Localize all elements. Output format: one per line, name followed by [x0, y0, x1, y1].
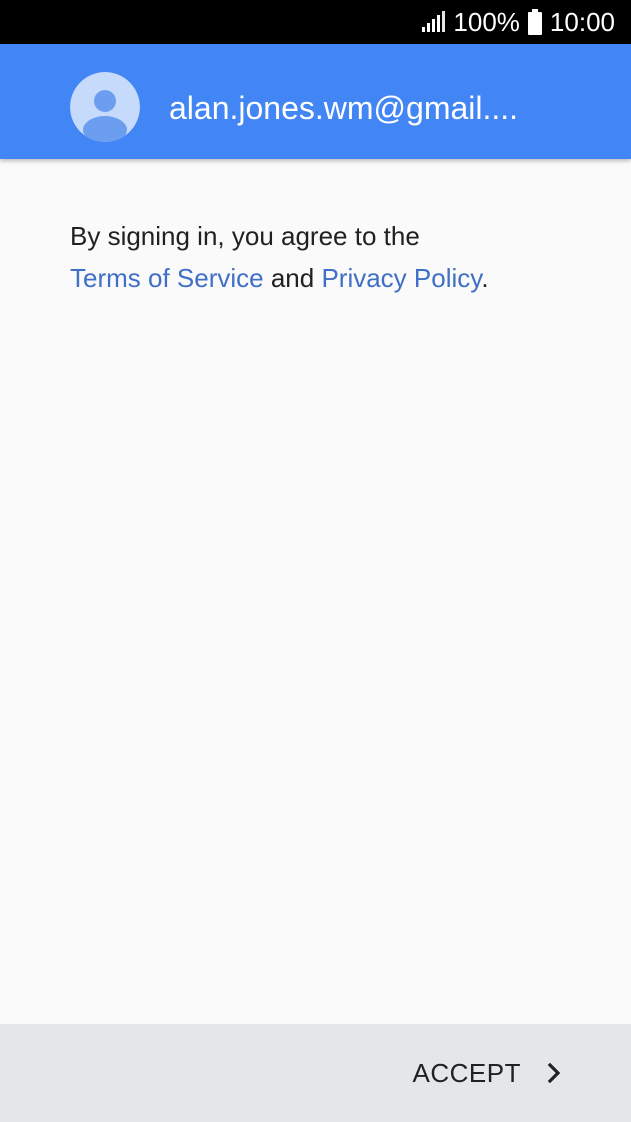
- accept-button[interactable]: ACCEPT: [413, 1024, 561, 1122]
- period-text: .: [481, 263, 489, 293]
- accept-label: ACCEPT: [412, 1057, 521, 1088]
- terms-links-line: Terms of Service and Privacy Policy.: [70, 257, 570, 299]
- privacy-policy-link[interactable]: Privacy Policy: [321, 263, 481, 293]
- avatar-icon: [70, 72, 140, 142]
- battery-percentage: 100%: [453, 6, 520, 37]
- status-bar-right: 100% 10:00: [421, 0, 615, 44]
- avatar: [70, 72, 140, 142]
- chevron-right-icon: [547, 1062, 561, 1084]
- footer-bar: ACCEPT: [0, 1024, 631, 1122]
- terms-notice: By signing in, you agree to the Terms of…: [70, 215, 570, 299]
- terms-of-service-link[interactable]: Terms of Service: [70, 263, 264, 293]
- battery-icon: [527, 9, 542, 35]
- status-time: 10:00: [549, 6, 615, 37]
- account-header: alan.jones.wm@gmail....: [0, 44, 631, 159]
- status-bar: 100% 10:00: [0, 0, 631, 44]
- terms-intro-text: By signing in, you agree to the: [70, 221, 420, 251]
- signal-icon: [421, 11, 446, 33]
- account-email: alan.jones.wm@gmail....: [169, 90, 519, 126]
- and-text: and: [263, 263, 322, 293]
